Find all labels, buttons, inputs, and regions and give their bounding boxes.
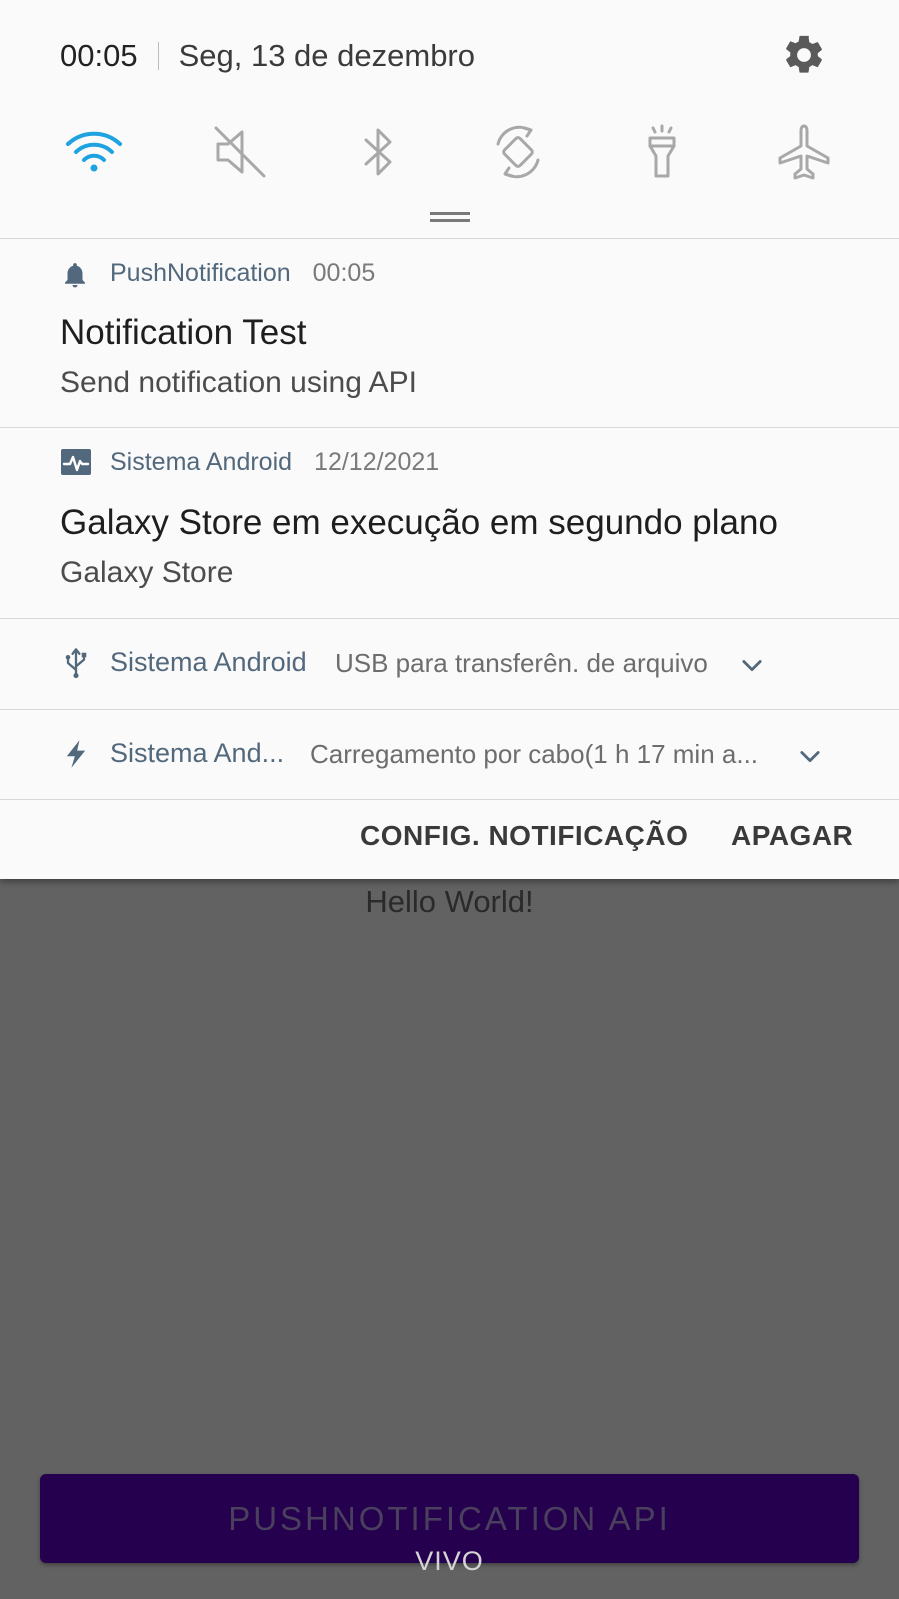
wifi-icon[interactable] — [62, 120, 126, 184]
notification-title: Galaxy Store em execução em segundo plan… — [60, 503, 778, 542]
auto-rotate-icon[interactable] — [486, 120, 550, 184]
hello-world-text: Hello World! — [365, 884, 534, 919]
flashlight-icon[interactable] — [630, 120, 694, 184]
notification-app-name: Sistema Android — [110, 647, 307, 677]
notification-app-name: PushNotification — [110, 259, 291, 287]
activity-icon — [61, 449, 91, 475]
notification-time: 12/12/2021 — [314, 448, 440, 476]
notification-text: Send notification using API — [60, 366, 417, 399]
bluetooth-icon[interactable] — [346, 120, 410, 184]
push-notification-api-label: PUSHNOTIFICATION API — [228, 1499, 671, 1537]
notification-header: Sistema Android 12/12/2021 — [110, 448, 439, 477]
carrier-label: VIVO — [415, 1546, 484, 1576]
notification-summary: Carregamento por cabo(1 h 17 min a... — [310, 739, 759, 769]
drag-handle-line — [430, 219, 470, 222]
status-row: 00:05 Seg, 13 de dezembro — [60, 30, 475, 82]
notification-summary: USB para transferên. de arquivo — [335, 648, 708, 678]
gear-icon[interactable] — [781, 32, 827, 78]
notification-settings-button[interactable]: CONFIG. NOTIFICAÇÃO — [360, 820, 688, 852]
sound-muted-icon[interactable] — [208, 120, 272, 184]
notification-galaxy-store[interactable]: Sistema Android 12/12/2021 Galaxy Store … — [0, 428, 899, 618]
clock: 00:05 — [60, 38, 138, 73]
notification-time: 00:05 — [312, 259, 376, 287]
notification-charging[interactable]: Sistema And... Carregamento por cabo(1 h… — [0, 710, 899, 800]
airplane-mode-icon[interactable] — [772, 120, 836, 184]
chevron-down-icon[interactable] — [738, 651, 766, 679]
drag-handle[interactable] — [430, 212, 470, 215]
bell-icon — [65, 263, 85, 288]
clear-all-button[interactable]: APAGAR — [731, 820, 853, 852]
charging-bolt-icon — [66, 740, 86, 768]
date: Seg, 13 de dezembro — [178, 38, 476, 73]
usb-icon — [65, 648, 87, 679]
notification-text: Galaxy Store — [60, 556, 234, 589]
notification-shade: 00:05 Seg, 13 de dezembro PushNotificati… — [0, 0, 899, 879]
status-divider — [157, 42, 159, 70]
notification-header: PushNotification 00:05 — [110, 259, 375, 288]
notification-push[interactable]: PushNotification 00:05 Notification Test… — [0, 239, 899, 427]
quick-settings-row — [0, 120, 899, 186]
notification-usb[interactable]: Sistema Android USB para transferên. de … — [0, 619, 899, 709]
notification-app-name: Sistema Android — [110, 448, 293, 476]
notification-actions: CONFIG. NOTIFICAÇÃO APAGAR — [0, 800, 899, 879]
notification-app-name: Sistema And... — [110, 738, 285, 768]
notification-title: Notification Test — [60, 313, 307, 352]
chevron-down-icon[interactable] — [796, 742, 824, 770]
